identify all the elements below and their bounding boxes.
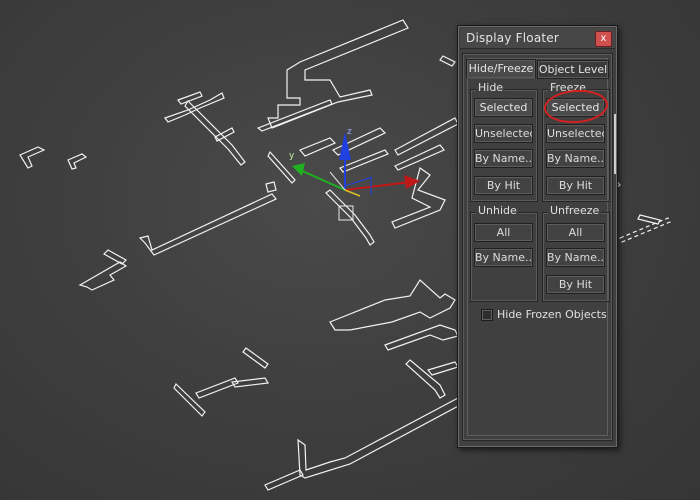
wall-segment bbox=[138, 193, 277, 256]
hide-by-name-button[interactable]: By Name... bbox=[474, 149, 533, 168]
wall-fragment bbox=[19, 146, 46, 169]
svg-text:z: z bbox=[347, 127, 352, 137]
unfreeze-by-name-button[interactable]: By Name... bbox=[546, 248, 605, 267]
group-hide: Hide Selected Unselected By Name... By H… bbox=[470, 81, 538, 202]
wall-segment bbox=[103, 249, 127, 265]
wall-segment bbox=[325, 189, 375, 246]
wall-segment bbox=[195, 377, 239, 399]
wall-segment bbox=[394, 117, 459, 156]
unhide-by-name-button[interactable]: By Name... bbox=[474, 248, 533, 267]
unfreeze-by-hit-button[interactable]: By Hit bbox=[546, 275, 605, 294]
wall-fragment bbox=[619, 217, 671, 243]
wall-segment bbox=[426, 361, 459, 376]
hide-by-hit-button[interactable]: By Hit bbox=[474, 176, 533, 195]
tab-hide-freeze[interactable]: Hide/Freeze bbox=[466, 59, 536, 79]
tab-object-level[interactable]: Object Level bbox=[537, 60, 609, 79]
wall-segment bbox=[173, 383, 206, 417]
wall-fragment bbox=[637, 214, 661, 225]
group-label-unfreeze: Unfreeze bbox=[548, 204, 602, 217]
group-label-hide: Hide bbox=[476, 81, 506, 94]
unhide-all-button[interactable]: All bbox=[474, 223, 533, 242]
freeze-unselected-button[interactable]: Unselected bbox=[546, 124, 605, 143]
wall-fragment bbox=[265, 181, 277, 193]
wall-segment bbox=[405, 359, 446, 399]
group-label-unhide: Unhide bbox=[476, 204, 519, 217]
wall-segment bbox=[78, 261, 128, 291]
freeze-by-hit-button[interactable]: By Hit bbox=[546, 176, 605, 195]
transform-gizmo: z y bbox=[289, 127, 420, 221]
freeze-selected-button[interactable]: Selected bbox=[546, 98, 605, 117]
wall-segment bbox=[299, 137, 337, 157]
display-floater-window: Display Floater x Hide/Freeze Object Lev… bbox=[457, 25, 618, 448]
wall-fragment bbox=[67, 153, 88, 170]
svg-text:y: y bbox=[289, 151, 295, 161]
close-button[interactable]: x bbox=[595, 31, 612, 47]
window-title: Display Floater bbox=[466, 31, 559, 45]
wall-segment bbox=[391, 167, 446, 229]
wall-segment bbox=[264, 469, 304, 491]
close-icon: x bbox=[600, 33, 607, 44]
freeze-by-name-button[interactable]: By Name... bbox=[546, 149, 605, 168]
hide-frozen-objects-checkbox[interactable] bbox=[481, 309, 493, 321]
group-label-freeze: Freeze bbox=[548, 81, 588, 94]
wall-outline bbox=[329, 279, 456, 331]
wall-segment bbox=[242, 347, 269, 369]
wall-outline bbox=[297, 397, 463, 479]
wall-fragment bbox=[439, 55, 456, 67]
wall-outline bbox=[267, 19, 409, 129]
group-unhide: Unhide All By Name... bbox=[470, 204, 538, 302]
wall-segment bbox=[394, 144, 445, 171]
wall-segment bbox=[384, 324, 459, 351]
group-freeze: Freeze Selected Unselected By Name... By… bbox=[542, 81, 610, 202]
hide-frozen-objects-label: Hide Frozen Objects bbox=[497, 308, 607, 321]
hide-selected-button[interactable]: Selected bbox=[474, 98, 533, 117]
group-unfreeze: Unfreeze All By Name... By Hit bbox=[542, 204, 610, 302]
wall-segment bbox=[331, 127, 387, 156]
unfreeze-all-button[interactable]: All bbox=[546, 223, 605, 242]
hide-unselected-button[interactable]: Unselected bbox=[474, 124, 533, 143]
title-bar[interactable]: Display Floater x bbox=[460, 28, 615, 49]
panel-scrollbar[interactable] bbox=[614, 114, 616, 174]
